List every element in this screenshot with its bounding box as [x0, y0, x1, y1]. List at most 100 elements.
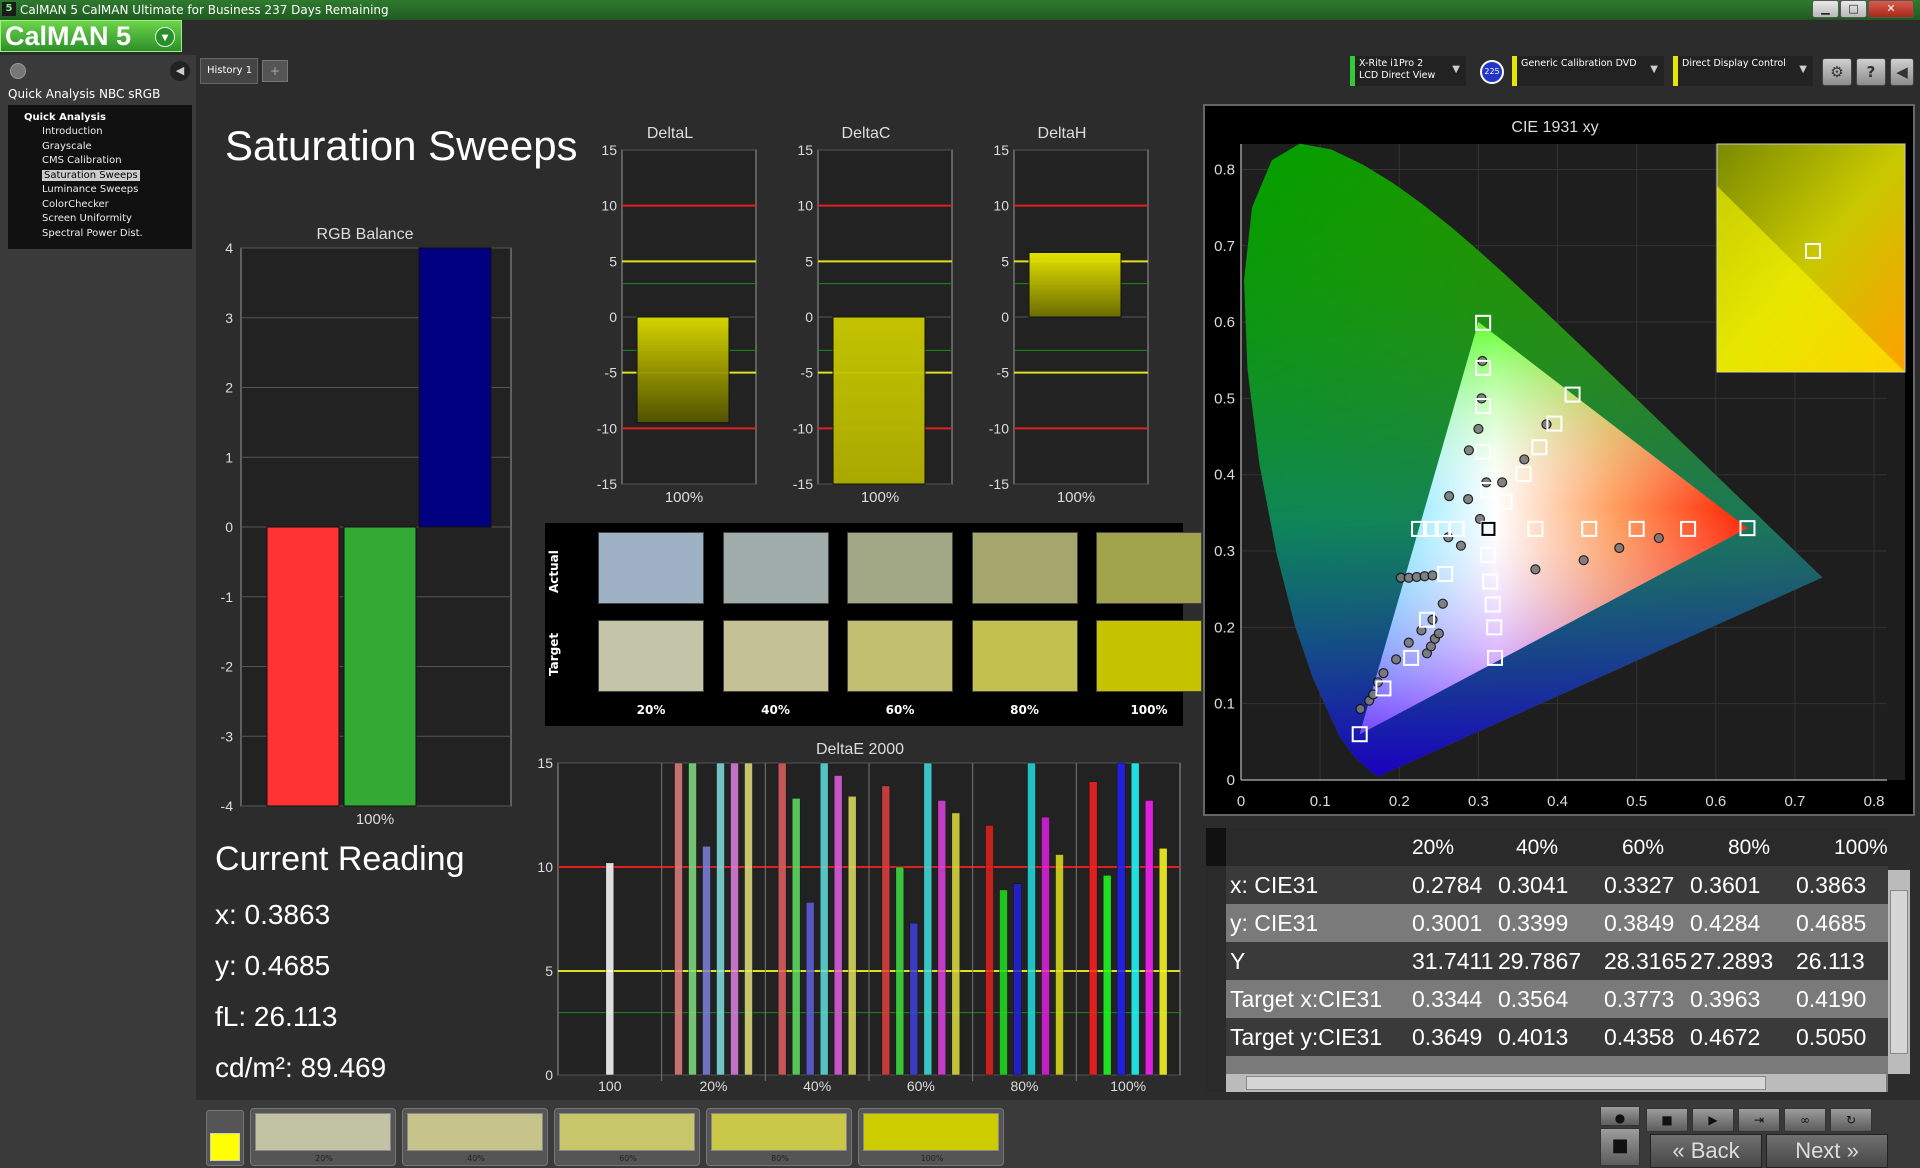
maximize-button[interactable]: □ [1840, 0, 1867, 18]
sidebar-pin-icon[interactable] [10, 63, 26, 79]
axis-tick-label: 3 [225, 310, 233, 326]
measured-point [1403, 637, 1414, 648]
tab-history-1[interactable]: History 1 [200, 58, 258, 84]
patch-button[interactable]: 20% [250, 1108, 396, 1166]
tree-item-grayscale[interactable]: Grayscale [12, 140, 188, 155]
record-button[interactable]: ■ [1646, 1108, 1688, 1132]
tree-item-cms-calibration[interactable]: CMS Calibration [12, 154, 188, 169]
stop-button[interactable]: ■ [1600, 1128, 1640, 1166]
axis-tick-label: 0.3 [1468, 793, 1489, 810]
patch-label: 40% [467, 1154, 485, 1163]
target-swatch [722, 620, 829, 692]
category-label: 20% [699, 1078, 727, 1093]
collapse-right-icon[interactable]: ◀ [1890, 58, 1914, 86]
loop-button[interactable]: ∞ [1784, 1108, 1826, 1132]
swatch-label: 80% [1010, 703, 1039, 717]
table-cell: 0.3001 [1412, 910, 1483, 936]
minimize-button[interactable]: ▁ [1812, 0, 1839, 18]
tree-item-introduction[interactable]: Introduction [12, 125, 188, 140]
refresh-button[interactable]: ↻ [1830, 1108, 1872, 1132]
tree-item-colorchecker[interactable]: ColorChecker [12, 198, 188, 213]
table-cell: 26.113 [1796, 948, 1865, 974]
axis-tick-label: -4 [221, 798, 234, 814]
col-header[interactable]: 20% [1412, 836, 1454, 860]
swatch-label: 100% [1130, 703, 1168, 717]
cie-1931-chart: CIE 1931 xy 0 0.1 0.2 0.3 0.4 0.5 0.6 0.7 0.8 0 0.… [1214, 119, 1906, 810]
table-cell: 31.7411 [1412, 948, 1494, 974]
tree-root-quick-analysis[interactable]: Quick Analysis [12, 111, 188, 125]
col-header[interactable]: 40% [1516, 836, 1558, 860]
table-horizontal-scrollbar[interactable] [1226, 1074, 1886, 1092]
scroll-thumb[interactable] [1246, 1076, 1766, 1090]
axis-tick-label: 0 [545, 1067, 553, 1083]
col-header[interactable]: 60% [1622, 836, 1664, 860]
axis-tick-label: 0.1 [1310, 793, 1331, 810]
axis-tick-label: 15 [537, 755, 553, 771]
current-patch-indicator[interactable] [206, 1110, 244, 1166]
tree-item-saturation-sweeps[interactable]: Saturation Sweeps [12, 169, 188, 184]
reading-fl: fL: 26.113 [215, 1001, 338, 1032]
settings-gear-icon[interactable]: ⚙ [1822, 58, 1852, 86]
delta-e-2000-chart: DeltaE 2000 15 10 5 0 100 20% 40% 60% 80% 100% [537, 741, 1181, 1093]
delta-l-chart: DeltaL 100% 15 10 5 0 -5 -10 -15 [597, 125, 757, 506]
table-vertical-scrollbar[interactable] [1888, 870, 1910, 1074]
target-row-label: Target [547, 632, 561, 676]
table-cell: 0.5050 [1796, 1024, 1867, 1050]
delta-e-bar [744, 762, 753, 1076]
col-header[interactable]: 100% [1834, 836, 1888, 860]
target-swatch [1096, 620, 1202, 692]
table-cell: 27.2893 [1690, 948, 1774, 974]
meter-device-selector[interactable]: X-Rite i1Pro 2 LCD Direct View ▼ [1350, 56, 1466, 86]
measured-point [1614, 542, 1625, 554]
help-icon[interactable]: ? [1856, 58, 1886, 86]
table-cell: 0.3564 [1498, 986, 1569, 1012]
chart-title: DeltaC [842, 125, 891, 142]
workflow-tree: Quick Analysis Introduction Grayscale CM… [8, 105, 192, 249]
patch-button[interactable]: 80% [706, 1108, 852, 1166]
next-button[interactable]: Next » [1766, 1134, 1888, 1168]
patch-button[interactable]: 40% [402, 1108, 548, 1166]
axis-tick-label: -15 [989, 476, 1009, 492]
table-row[interactable]: y: CIE31 0.3001 0.3399 0.3849 0.4284 0.4685 [1226, 904, 1888, 942]
display-device-selector[interactable]: Direct Display Control ▼ [1673, 56, 1813, 86]
source-device-selector[interactable]: Generic Calibration DVD ▼ [1512, 56, 1664, 86]
patch-label: 80% [771, 1154, 789, 1163]
delta-e-bar [951, 812, 961, 1076]
color-swatch-panel: Actual Target 20% 40% 60% 80% 100% [545, 523, 1202, 726]
tree-item-spectral-power[interactable]: Spectral Power Dist. [12, 227, 188, 242]
tree-item-label: Luminance Sweeps [42, 184, 139, 195]
actual-swatch [722, 532, 829, 604]
close-button[interactable]: ✕ [1868, 0, 1914, 18]
axis-tick-label: 0.6 [1214, 314, 1235, 331]
table-row[interactable]: Target y:CIE31 0.3649 0.4013 0.4358 0.4672 0.… [1226, 1018, 1888, 1056]
play-button[interactable]: ▶ [1692, 1108, 1734, 1132]
chevron-down-icon: ▼ [1799, 64, 1807, 75]
source-name: Generic Calibration DVD [1521, 58, 1637, 69]
scroll-thumb[interactable] [1890, 890, 1908, 1054]
add-tab-button[interactable]: + [262, 60, 288, 82]
axis-tick-label: 0.8 [1864, 793, 1885, 810]
col-header[interactable]: 80% [1728, 836, 1770, 860]
patch-button[interactable]: 60% [554, 1108, 700, 1166]
meter-badge[interactable]: 225 [1480, 60, 1504, 84]
delta-bar [1028, 251, 1122, 318]
axis-tick-label: 0.7 [1214, 238, 1235, 255]
back-button[interactable]: « Back [1650, 1134, 1762, 1168]
tree-item-screen-uniformity[interactable]: Screen Uniformity [12, 212, 188, 227]
table-row[interactable]: Target x:CIE31 0.3344 0.3564 0.3773 0.3963 0.… [1226, 980, 1888, 1018]
table-cell: 0.3327 [1604, 872, 1675, 898]
table-row[interactable]: x: CIE31 0.2784 0.3041 0.3327 0.3601 0.3863 [1226, 866, 1888, 904]
patch-color [863, 1113, 999, 1151]
row-label: y: CIE31 [1230, 910, 1319, 936]
workflow-sidebar: ◀ Quick Analysis NBC sRGB Quick Analysis… [0, 55, 196, 1168]
patch-button[interactable]: 100% [858, 1108, 1004, 1166]
delta-e-bar [847, 796, 857, 1076]
tree-item-luminance-sweeps[interactable]: Luminance Sweeps [12, 183, 188, 198]
calman-logo-menu[interactable]: CalMAN 5 ▾ [0, 20, 182, 52]
step-button[interactable]: ⇥ [1738, 1108, 1780, 1132]
patch-label: 20% [315, 1154, 333, 1163]
measured-point [1578, 555, 1589, 566]
table-row[interactable]: Y 31.7411 29.7867 28.3165 27.2893 26.113 [1226, 942, 1888, 980]
reading-cdm2: cd/m²: 89.469 [215, 1052, 387, 1083]
collapse-sidebar-button[interactable]: ◀ [170, 61, 190, 81]
